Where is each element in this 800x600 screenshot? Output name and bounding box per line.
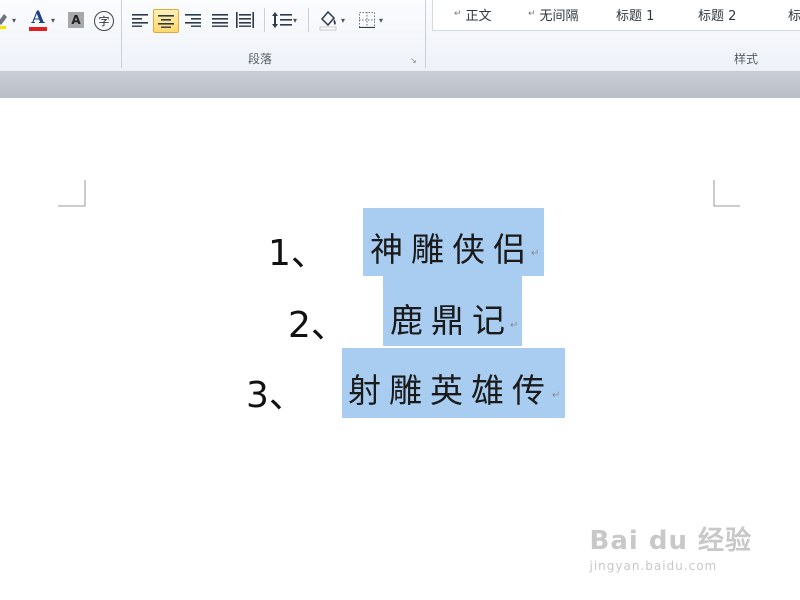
distributed-button[interactable] [235, 10, 255, 30]
paragraph-mark-icon: ↵ [552, 390, 561, 401]
borders-dropdown-icon[interactable]: ▾ [379, 16, 383, 25]
align-center-button[interactable] [153, 9, 179, 33]
styles-group: ↵ 正文 ↵ 无间隔 标题 1 标题 2 标 样式 [426, 0, 800, 71]
enclose-character-icon[interactable]: 字 [94, 11, 114, 31]
font-group: ▾ A ▾ A 字 [0, 0, 120, 71]
style-heading-1-label: 标题 1 [616, 8, 655, 24]
margin-corner-left [58, 180, 86, 207]
justify-icon [212, 14, 228, 27]
list-item-text[interactable]: 射雕英雄传 [348, 364, 553, 412]
line-spacing-dropdown-icon[interactable]: ▾ [293, 16, 297, 25]
enclose-character-glyph: 字 [98, 15, 110, 28]
list-number: 3、 [246, 375, 305, 416]
align-left-icon [132, 14, 148, 27]
list-number: 2、 [288, 305, 347, 346]
watermark-main-text: Bai du 经验 [589, 526, 752, 556]
ribbon-document-divider [0, 72, 800, 98]
line-spacing-icon[interactable] [272, 10, 292, 30]
align-left-button[interactable] [130, 10, 150, 30]
styles-group-label: 样式 [734, 52, 759, 66]
font-color-glyph: A [31, 7, 45, 28]
style-heading-partial-label: 标 [788, 8, 800, 24]
toolbar-separator [308, 8, 309, 32]
ribbon: ▾ A ▾ A 字 ▾ ▾ ▾ 段落 ↘ ↵ 正文 ↵ 无间隔 标题 1 标题 … [0, 0, 800, 72]
style-heading-2-label: 标题 2 [698, 8, 737, 24]
highlight-dropdown-icon[interactable]: ▾ [12, 16, 16, 25]
paragraph-group-label: 段落 [248, 52, 273, 66]
style-heading-2[interactable]: 标题 2 [698, 0, 736, 28]
paragraph-mark-icon: ↵ [454, 9, 462, 19]
font-color-icon[interactable]: A [28, 8, 48, 32]
font-color-dropdown-icon[interactable]: ▾ [51, 16, 55, 25]
toolbar-separator [264, 8, 265, 32]
borders-icon[interactable] [358, 11, 376, 29]
watermark-url-text: jingyan.baidu.com [589, 559, 718, 573]
shading-dropdown-icon[interactable]: ▾ [341, 16, 345, 25]
list-item-text[interactable]: 神雕侠侣 [370, 223, 534, 271]
character-shading-glyph: A [71, 13, 81, 27]
margin-corner-right [713, 180, 740, 207]
paragraph-mark-icon: ↵ [510, 320, 519, 331]
style-normal[interactable]: ↵ 正文 [454, 0, 492, 28]
paragraph-dialog-launcher-icon[interactable]: ↘ [410, 56, 419, 65]
align-right-button[interactable] [183, 10, 203, 30]
align-center-icon [158, 15, 174, 28]
font-color-bar [29, 26, 47, 31]
justify-button[interactable] [210, 10, 230, 30]
list-item-text[interactable]: 鹿鼎记 [390, 294, 513, 342]
paragraph-group: ▾ ▾ ▾ 段落 ↘ [122, 0, 424, 71]
character-shading-icon[interactable]: A [68, 12, 84, 28]
highlight-pen-icon[interactable] [0, 10, 10, 30]
style-no-spacing[interactable]: ↵ 无间隔 [528, 0, 579, 28]
style-no-spacing-label: 无间隔 [539, 8, 579, 24]
style-heading-partial[interactable]: 标 [788, 0, 800, 28]
align-right-icon [185, 14, 201, 27]
style-heading-1[interactable]: 标题 1 [616, 0, 654, 28]
list-number: 1、 [268, 233, 327, 274]
shading-bucket-icon[interactable] [318, 9, 338, 31]
baidu-jingyan-watermark: Bai du 经验 jingyan.baidu.com [590, 520, 753, 573]
style-normal-label: 正文 [465, 8, 492, 24]
paragraph-mark-icon: ↵ [528, 9, 536, 19]
distributed-icon [236, 12, 254, 28]
paragraph-mark-icon: ↵ [531, 248, 540, 259]
